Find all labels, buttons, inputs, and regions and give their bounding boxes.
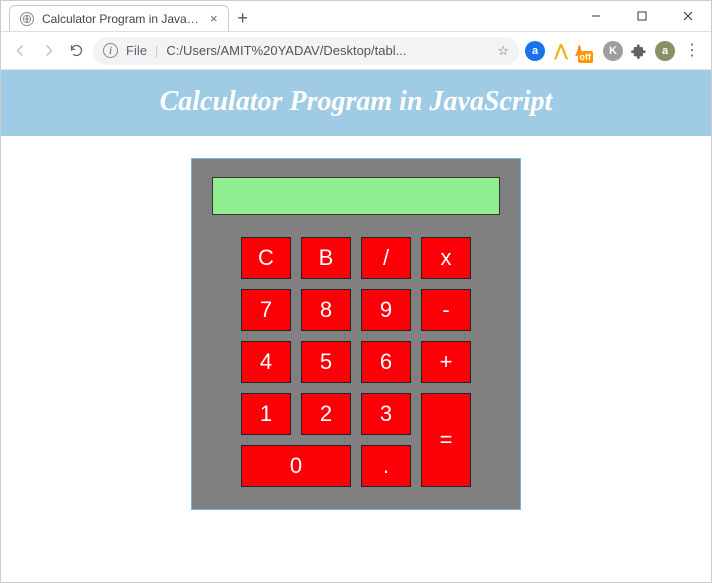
toolbar: i File | C:/Users/AMIT%20YADAV/Desktop/t… bbox=[1, 32, 711, 70]
digit-0-button[interactable]: 0 bbox=[241, 445, 351, 487]
tab-title: Calculator Program in JavaScript bbox=[42, 12, 202, 26]
digit-6-button[interactable]: 6 bbox=[361, 341, 411, 383]
multiply-button[interactable]: x bbox=[421, 237, 471, 279]
close-window-button[interactable] bbox=[665, 0, 711, 31]
page-content: Calculator Program in JavaScript C B / x… bbox=[1, 70, 711, 582]
digit-4-button[interactable]: 4 bbox=[241, 341, 291, 383]
add-button[interactable]: + bbox=[421, 341, 471, 383]
extension-icon[interactable]: ٨off bbox=[577, 41, 597, 61]
clear-button[interactable]: C bbox=[241, 237, 291, 279]
url-text: C:/Users/AMIT%20YADAV/Desktop/tabl... bbox=[166, 43, 489, 58]
digit-1-button[interactable]: 1 bbox=[241, 393, 291, 435]
digit-7-button[interactable]: 7 bbox=[241, 289, 291, 331]
new-tab-button[interactable]: + bbox=[229, 8, 257, 31]
address-bar[interactable]: i File | C:/Users/AMIT%20YADAV/Desktop/t… bbox=[93, 37, 519, 65]
menu-button[interactable]: ⋮ bbox=[681, 40, 703, 62]
page-body: C B / x 7 8 9 - 4 5 6 + bbox=[1, 136, 711, 540]
info-icon: i bbox=[103, 43, 118, 58]
extension-icon[interactable]: ⋀ bbox=[551, 41, 571, 61]
titlebar: Calculator Program in JavaScript × + bbox=[1, 1, 711, 32]
digit-5-button[interactable]: 5 bbox=[301, 341, 351, 383]
digit-3-button[interactable]: 3 bbox=[361, 393, 411, 435]
window-controls bbox=[573, 0, 711, 31]
maximize-button[interactable] bbox=[619, 0, 665, 31]
page-title: Calculator Program in JavaScript bbox=[1, 70, 711, 136]
extensions-button[interactable] bbox=[629, 41, 649, 61]
extension-icon[interactable]: a bbox=[525, 41, 545, 61]
close-icon[interactable]: × bbox=[210, 11, 218, 26]
back-button[interactable] bbox=[9, 40, 31, 62]
digit-9-button[interactable]: 9 bbox=[361, 289, 411, 331]
file-label: File bbox=[126, 43, 147, 58]
divide-button[interactable]: / bbox=[361, 237, 411, 279]
backspace-button[interactable]: B bbox=[301, 237, 351, 279]
profile-button[interactable]: a bbox=[655, 41, 675, 61]
equals-button[interactable]: = bbox=[421, 393, 471, 487]
keypad: C B / x 7 8 9 - 4 5 6 + bbox=[212, 237, 500, 487]
calculator: C B / x 7 8 9 - 4 5 6 + bbox=[191, 158, 521, 510]
bookmark-icon[interactable]: ☆ bbox=[497, 43, 509, 59]
forward-button[interactable] bbox=[37, 40, 59, 62]
digit-8-button[interactable]: 8 bbox=[301, 289, 351, 331]
reload-button[interactable] bbox=[65, 40, 87, 62]
extension-icon[interactable]: K bbox=[603, 41, 623, 61]
browser-window: Calculator Program in JavaScript × + i F… bbox=[0, 0, 712, 583]
minimize-button[interactable] bbox=[573, 0, 619, 31]
tab-strip: Calculator Program in JavaScript × + bbox=[1, 1, 257, 31]
decimal-button[interactable]: . bbox=[361, 445, 411, 487]
calculator-display[interactable] bbox=[212, 177, 500, 215]
digit-2-button[interactable]: 2 bbox=[301, 393, 351, 435]
tab-active[interactable]: Calculator Program in JavaScript × bbox=[9, 5, 229, 31]
subtract-button[interactable]: - bbox=[421, 289, 471, 331]
globe-icon bbox=[20, 12, 34, 26]
